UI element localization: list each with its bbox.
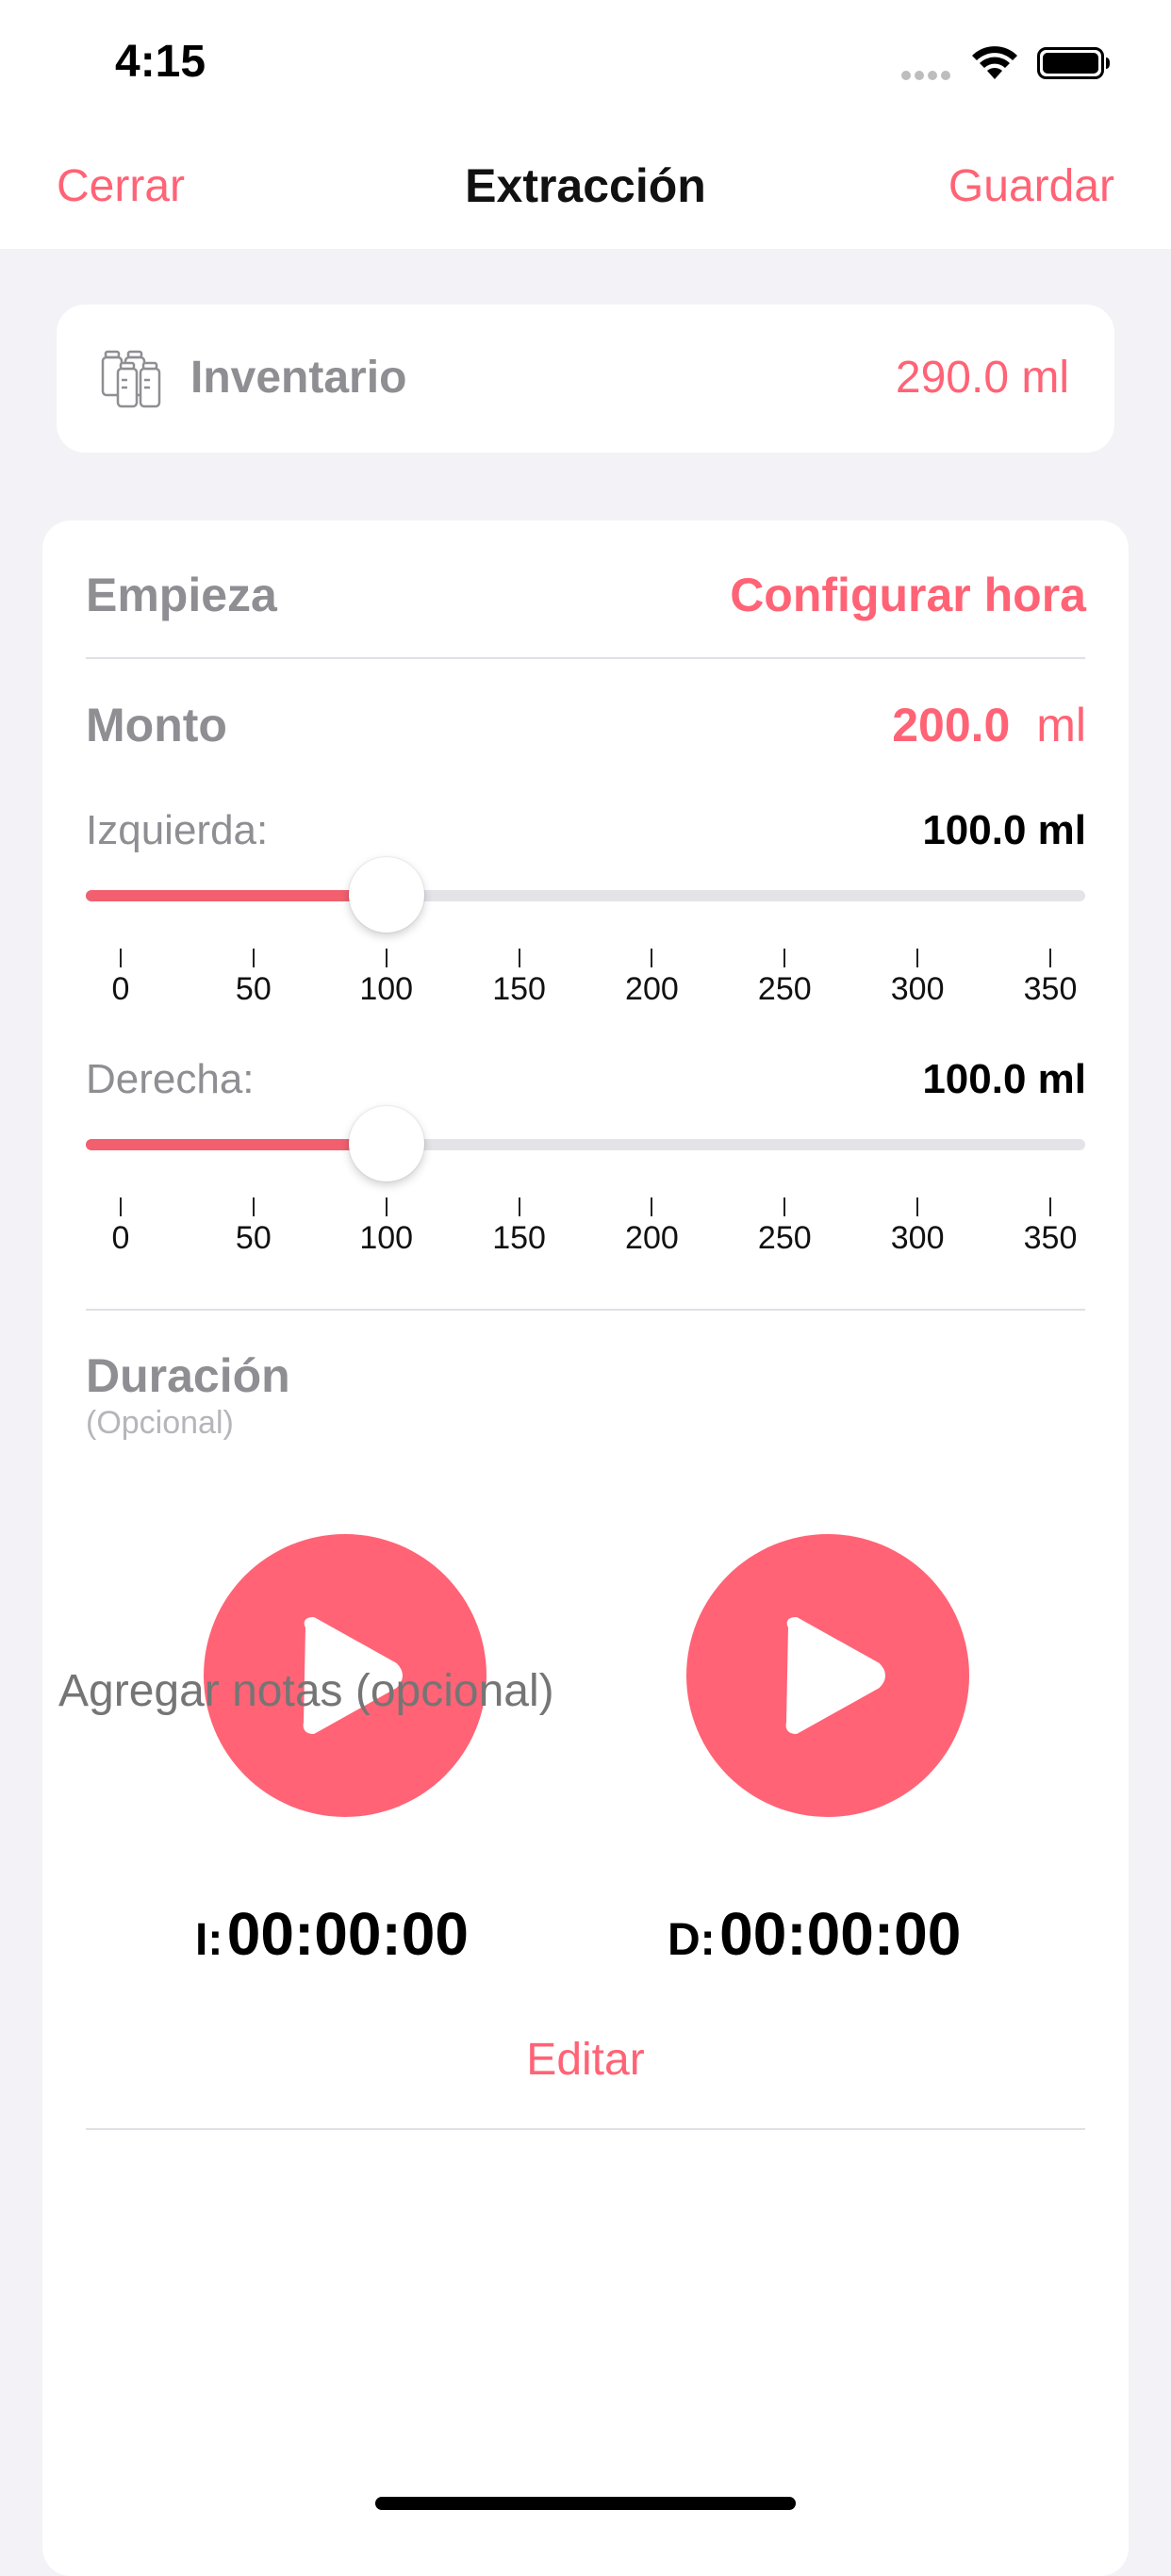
amount-unit: ml — [1036, 699, 1086, 751]
tick-mark — [651, 1197, 653, 1216]
tick-label: 300 — [890, 971, 945, 1007]
duration-label: Duración — [86, 1349, 290, 1402]
tick-mark — [1049, 949, 1051, 967]
battery-icon — [1037, 47, 1110, 79]
slider-thumb[interactable] — [348, 1106, 424, 1181]
amount-number: 200.0 — [892, 699, 1011, 751]
tick-label: 150 — [492, 1220, 546, 1256]
left-label: Izquierda: — [86, 807, 269, 853]
tick-label: 200 — [625, 1220, 679, 1256]
tick-label: 0 — [111, 971, 130, 1007]
tick-label: 0 — [111, 1220, 130, 1256]
tick-label: 100 — [359, 971, 414, 1007]
tick-mark — [916, 1197, 919, 1216]
bottles-icon — [101, 350, 161, 408]
duration-optional-label: (Opcional) — [86, 1405, 234, 1441]
left-timer-prefix: I: — [195, 1915, 223, 1965]
right-slider-scale: 0 50 100 150 200 250 300 350 — [86, 1197, 1085, 1263]
slider-fill — [86, 1139, 387, 1150]
left-value: 100.0 ml — [922, 807, 1086, 853]
tick-label: 50 — [235, 971, 272, 1007]
tick-mark — [1049, 1197, 1051, 1216]
home-indicator — [375, 2497, 796, 2510]
tick-mark — [518, 949, 520, 967]
right-label: Derecha: — [86, 1056, 255, 1102]
tick-mark — [385, 949, 388, 967]
tick-label: 250 — [757, 971, 812, 1007]
divider — [86, 1309, 1085, 1311]
tick-mark — [120, 949, 122, 967]
tick-mark — [651, 949, 653, 967]
tick-label: 250 — [757, 1220, 812, 1256]
edit-duration-button[interactable]: Editar — [42, 2034, 1129, 2086]
inventory-value: 290.0 ml — [895, 353, 1069, 403]
save-button[interactable]: Guardar — [948, 160, 1114, 212]
navigation-bar: Cerrar Extracción Guardar — [0, 132, 1171, 249]
status-time: 4:15 — [115, 37, 206, 87]
notes-input[interactable] — [57, 1664, 1041, 1718]
tick-mark — [385, 1197, 388, 1216]
divider — [86, 2128, 1085, 2130]
tick-label: 300 — [890, 1220, 945, 1256]
tick-label: 50 — [235, 1220, 272, 1256]
tick-label: 200 — [625, 971, 679, 1007]
amount-value: 200.0 ml — [892, 698, 1086, 752]
tick-mark — [783, 1197, 786, 1216]
left-slider-scale: 0 50 100 150 200 250 300 350 — [86, 949, 1085, 1015]
tick-mark — [252, 1197, 255, 1216]
tick-label: 350 — [1023, 1220, 1078, 1256]
right-amount-slider[interactable] — [86, 1105, 1085, 1181]
right-timer-value: 00:00:00 — [719, 1900, 962, 1968]
left-amount-slider[interactable] — [86, 856, 1085, 933]
amount-label: Monto — [86, 699, 227, 751]
left-timer: I: 00:00:00 — [195, 1899, 469, 1969]
tick-mark — [252, 949, 255, 967]
left-timer-value: 00:00:00 — [226, 1900, 469, 1968]
wifi-icon — [972, 46, 1017, 79]
start-label: Empieza — [86, 569, 277, 621]
right-timer: D: 00:00:00 — [668, 1899, 961, 1969]
right-timer-prefix: D: — [668, 1915, 716, 1965]
tick-mark — [518, 1197, 520, 1216]
tick-mark — [783, 949, 786, 967]
inventory-card[interactable]: Inventario 290.0 ml — [57, 305, 1114, 453]
set-time-button[interactable]: Configurar hora — [730, 568, 1086, 622]
divider — [86, 657, 1085, 659]
inventory-label: Inventario — [190, 353, 407, 403]
tick-label: 150 — [492, 971, 546, 1007]
slider-fill — [86, 890, 387, 901]
extraction-form-card: Empieza Configurar hora Monto 200.0 ml I… — [42, 520, 1129, 2576]
tick-mark — [120, 1197, 122, 1216]
status-bar: 4:15 — [0, 0, 1171, 132]
right-value: 100.0 ml — [922, 1056, 1086, 1102]
tick-label: 350 — [1023, 971, 1078, 1007]
slider-thumb[interactable] — [348, 857, 424, 933]
cellular-signal-icon — [901, 68, 956, 81]
tick-mark — [916, 949, 919, 967]
tick-label: 100 — [359, 1220, 414, 1256]
